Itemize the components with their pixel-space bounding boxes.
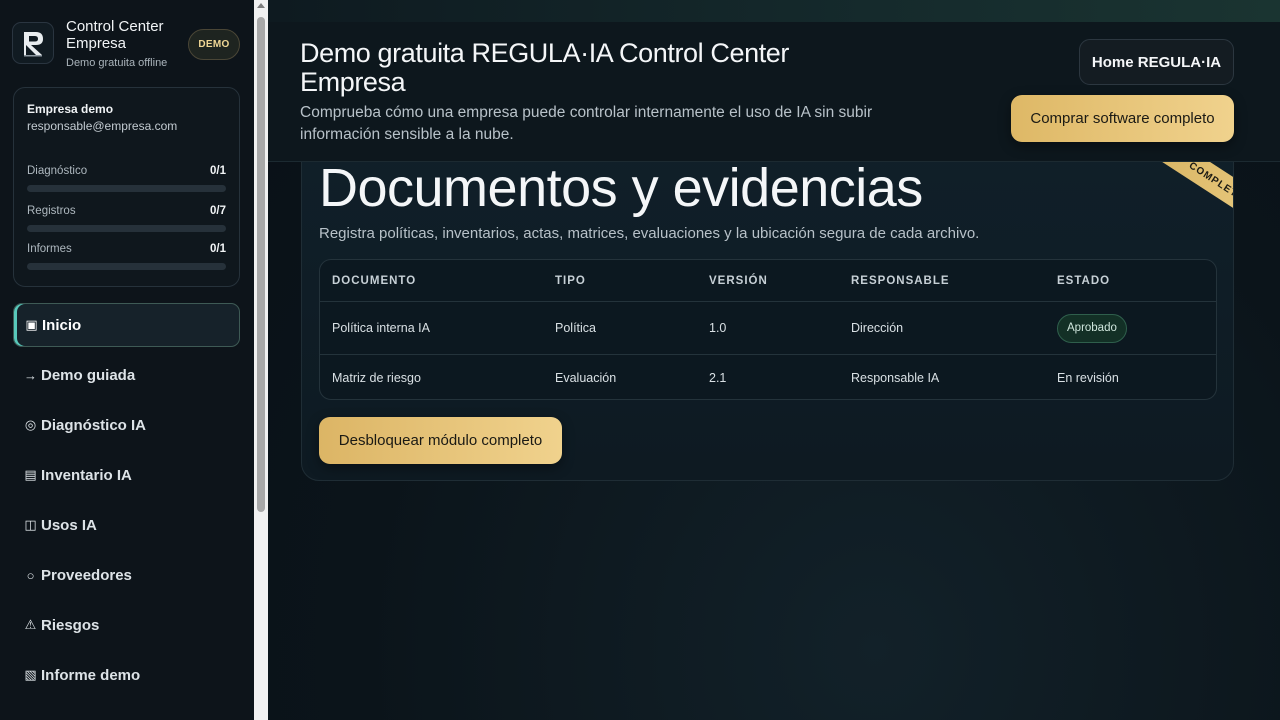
sidebar-item-diagnostico-ia[interactable]: ◎ Diagnóstico IA — [13, 403, 240, 447]
arrow-right-icon: → — [24, 367, 37, 383]
progress-label: Registros — [27, 205, 76, 217]
sidebar-item-usos-ia[interactable]: ◫ Usos IA — [13, 503, 240, 547]
sidebar-item-demo-guiada[interactable]: → Demo guiada — [13, 353, 240, 397]
sidebar-item-riesgos[interactable]: ⚠ Riesgos — [13, 603, 240, 647]
page-description: Comprueba cómo una empresa puede control… — [300, 104, 873, 143]
cell-estado: Aprobado — [1057, 302, 1127, 354]
home-icon: ▣ — [25, 317, 38, 332]
sidebar-item-label: Informe demo — [41, 666, 141, 684]
table-header: DOCUMENTO TIPO VERSIÓN RESPONSABLE ESTAD… — [320, 260, 1216, 302]
table-row[interactable]: Política interna IA Política 1.0 Direcci… — [320, 302, 1216, 355]
column-header-tipo: TIPO — [555, 274, 586, 287]
progress-informes: Informes 0/1 — [27, 243, 226, 270]
status-badge: Aprobado — [1057, 313, 1127, 343]
sidebar-item-informe-demo[interactable]: ▧ Informe demo — [13, 653, 240, 697]
brand-logo[interactable] — [12, 22, 54, 64]
buy-software-button[interactable]: Comprar software completo — [1011, 95, 1234, 142]
cell-version: 1.0 — [709, 321, 727, 335]
column-header-documento: DOCUMENTO — [332, 274, 417, 287]
cell-responsable: Responsable IA — [851, 371, 940, 385]
company-name: Empresa demo — [27, 102, 114, 116]
section-description: Registra políticas, inventarios, actas, … — [319, 225, 980, 242]
sidebar-scrollbar[interactable] — [254, 0, 268, 720]
section-title: Documentos y evidencias — [319, 158, 923, 218]
progress-bar — [27, 185, 226, 192]
brand-title: Control Center Empresa — [66, 18, 164, 52]
demo-badge: DEMO — [188, 29, 240, 60]
brand: Control Center Empresa Demo gratuita off… — [12, 16, 242, 72]
logo-r-icon — [24, 32, 43, 57]
page-header: Demo gratuita REGULA·IA Control Center E… — [268, 22, 1280, 162]
sidebar-item-label: Inventario IA — [41, 466, 132, 484]
progress-label: Diagnóstico — [27, 165, 88, 177]
progress-label: Informes — [27, 243, 72, 255]
main-content: COMPLETO Documentos y evidencias Registr… — [268, 0, 1280, 720]
target-icon: ◎ — [24, 417, 37, 432]
sidebar: Control Center Empresa Demo gratuita off… — [0, 0, 254, 720]
cell-responsable: Dirección — [851, 321, 904, 335]
circle-icon: ○ — [26, 567, 35, 583]
brand-subtitle: Demo gratuita offline — [66, 57, 168, 69]
cell-documento: Política interna IA — [332, 321, 430, 335]
home-button[interactable]: Home REGULA·IA — [1079, 39, 1234, 85]
unlock-module-button[interactable]: Desbloquear módulo completo — [319, 417, 562, 464]
company-card: Empresa demo responsable@empresa.com Dia… — [13, 87, 240, 287]
sidebar-item-label: Riesgos — [41, 616, 100, 634]
scroll-up-arrow-icon[interactable] — [257, 3, 265, 8]
progress-value: 0/7 — [210, 205, 226, 217]
report-icon: ▧ — [24, 667, 37, 682]
scroll-thumb[interactable] — [257, 17, 265, 512]
page-title: Demo gratuita REGULA·IA Control Center E… — [300, 38, 790, 97]
cell-estado: En revisión — [1057, 371, 1119, 385]
columns-icon: ◫ — [24, 517, 37, 532]
cell-tipo: Política — [555, 321, 596, 335]
cell-documento: Matriz de riesgo — [332, 371, 421, 385]
sidebar-item-inicio[interactable]: ▣ Inicio — [13, 303, 240, 347]
progress-value: 0/1 — [210, 243, 226, 255]
warning-icon: ⚠ — [24, 617, 37, 632]
sidebar-item-inventario-ia[interactable]: ▤ Inventario IA — [13, 453, 240, 497]
progress-registros: Registros 0/7 — [27, 205, 226, 232]
sidebar-item-proveedores[interactable]: ○ Proveedores — [13, 553, 240, 597]
documents-table: DOCUMENTO TIPO VERSIÓN RESPONSABLE ESTAD… — [319, 259, 1217, 400]
sidebar-item-label: Diagnóstico IA — [41, 416, 147, 434]
sidebar-item-label: Demo guiada — [41, 366, 136, 384]
column-header-responsable: RESPONSABLE — [851, 274, 950, 287]
column-header-version: VERSIÓN — [709, 274, 768, 287]
sidebar-item-label: Usos IA — [41, 516, 97, 534]
column-header-estado: ESTADO — [1057, 274, 1111, 287]
sidebar-item-label: Inicio — [42, 316, 82, 334]
cell-version: 2.1 — [709, 371, 727, 385]
cell-tipo: Evaluación — [555, 371, 617, 385]
sidebar-item-label: Proveedores — [41, 566, 132, 584]
company-email: responsable@empresa.com — [27, 119, 178, 133]
progress-bar — [27, 225, 226, 232]
progress-bar — [27, 263, 226, 270]
top-strip — [268, 0, 1280, 22]
table-row[interactable]: Matriz de riesgo Evaluación 2.1 Responsa… — [320, 355, 1216, 399]
progress-diagnostico: Diagnóstico 0/1 — [27, 165, 226, 192]
progress-value: 0/1 — [210, 165, 226, 177]
list-icon: ▤ — [24, 467, 37, 482]
